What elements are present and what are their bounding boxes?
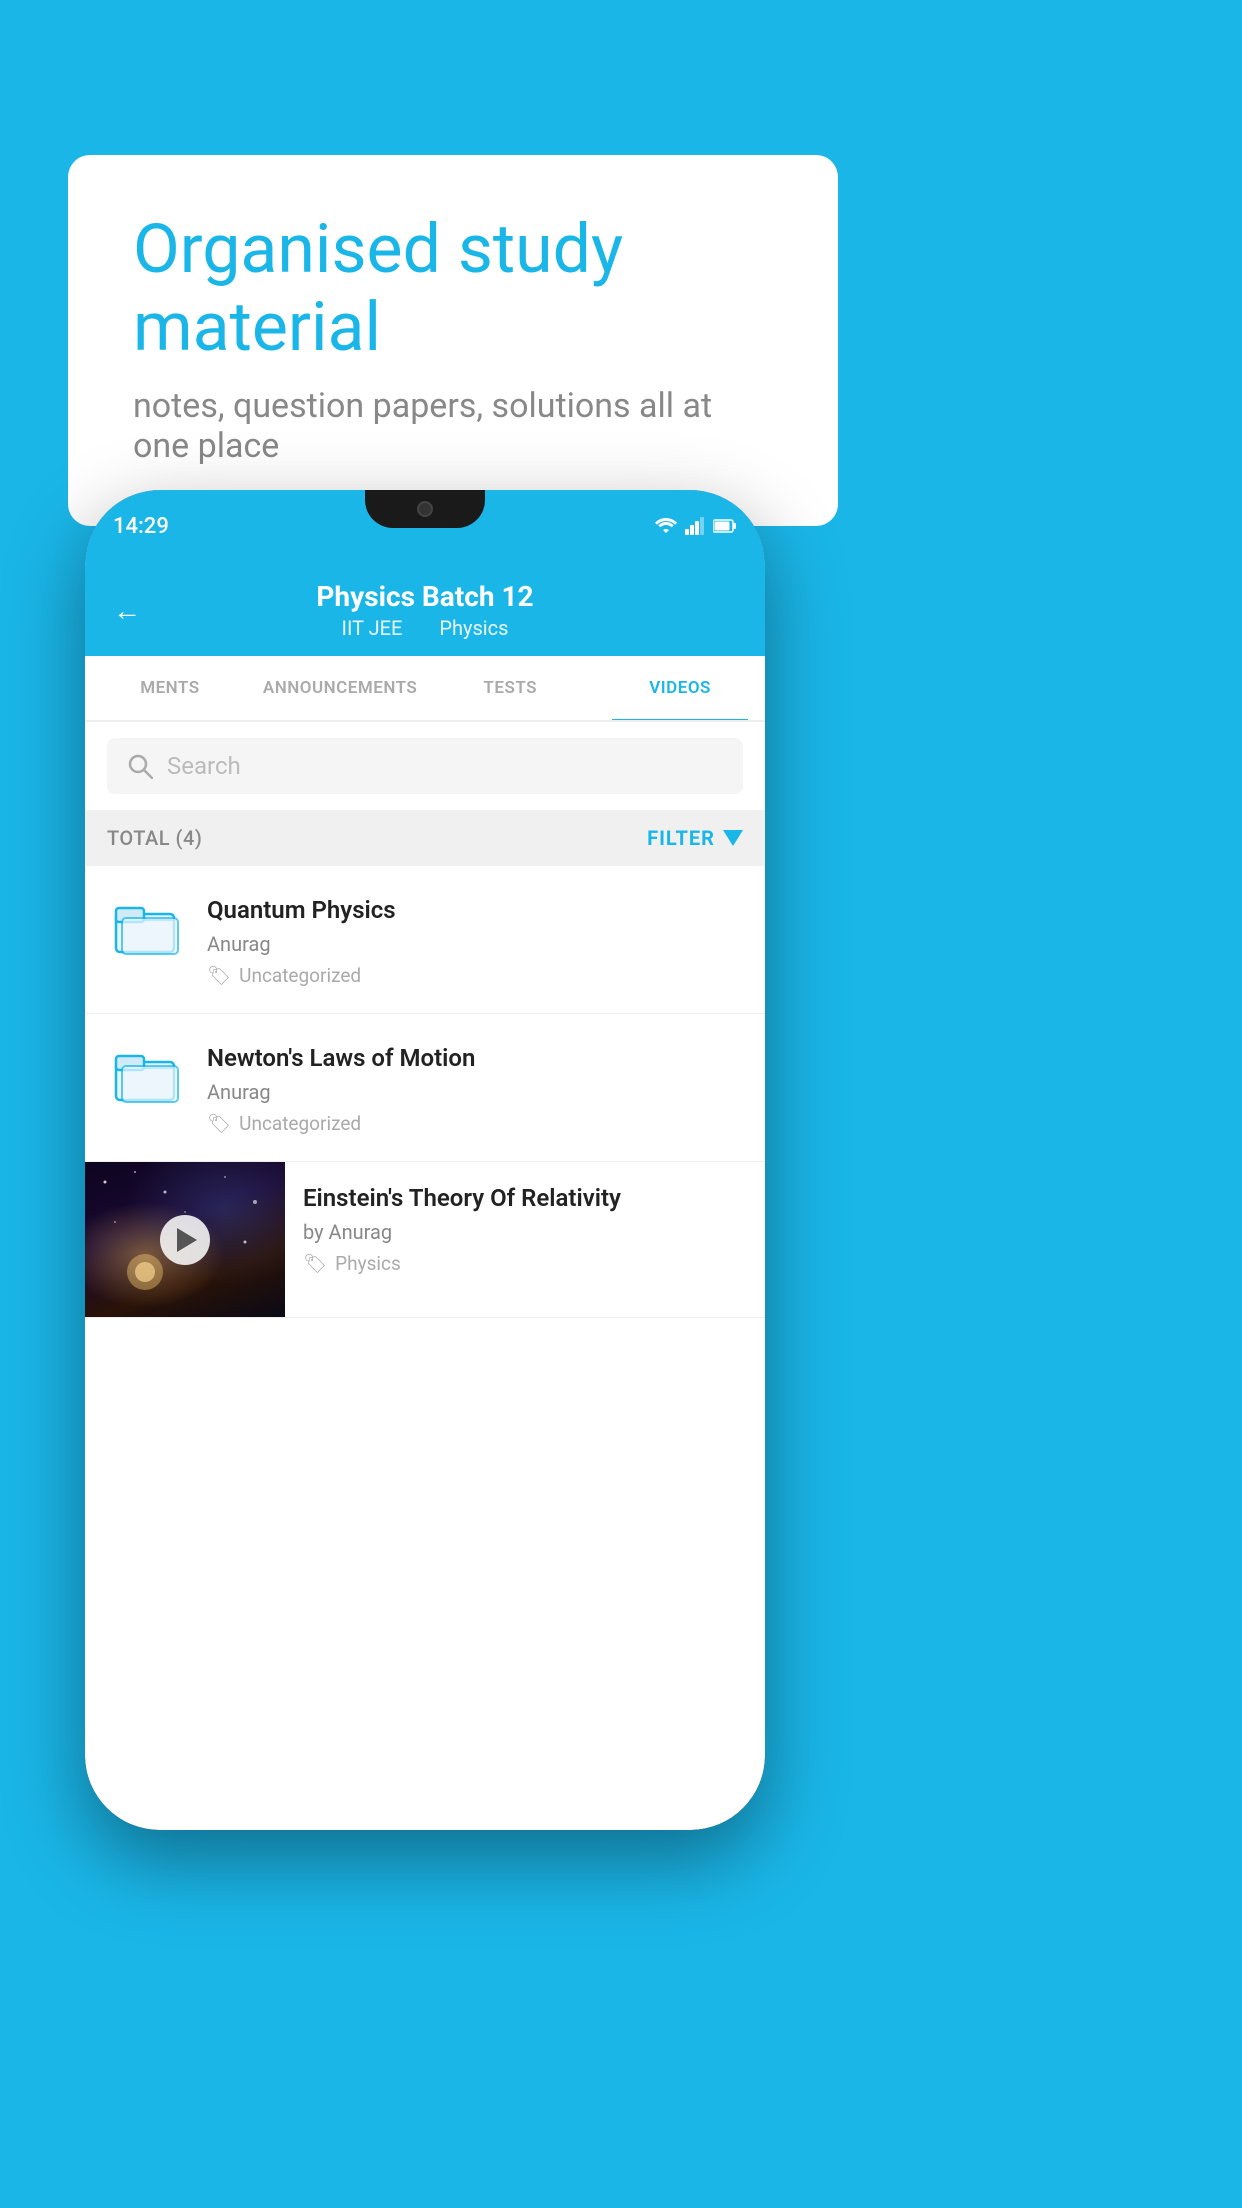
video-tag: 🏷 Uncategorized bbox=[207, 1112, 743, 1135]
list-item[interactable]: Quantum Physics Anurag 🏷 Uncategorized bbox=[85, 866, 765, 1014]
tab-ments[interactable]: MENTS bbox=[85, 656, 255, 720]
status-icons bbox=[655, 517, 737, 535]
folder-icon-quantum bbox=[107, 892, 187, 962]
video-author: Anurag bbox=[207, 1080, 743, 1104]
battery-icon bbox=[713, 519, 737, 533]
filter-icon bbox=[723, 830, 743, 846]
video-title: Quantum Physics bbox=[207, 896, 743, 924]
speech-bubble-subtext: notes, question papers, solutions all at… bbox=[133, 386, 773, 466]
search-placeholder: Search bbox=[167, 752, 241, 780]
video-thumbnail-einstein bbox=[85, 1162, 285, 1317]
video-info-einstein: Einstein's Theory Of Relativity by Anura… bbox=[285, 1162, 765, 1297]
header-title-group: Physics Batch 12 IIT JEE Physics bbox=[316, 580, 533, 640]
play-icon bbox=[177, 1228, 197, 1252]
filter-button[interactable]: FILTER bbox=[647, 826, 743, 850]
list-item[interactable]: Einstein's Theory Of Relativity by Anura… bbox=[85, 1162, 765, 1318]
tag-label: Uncategorized bbox=[239, 1112, 361, 1135]
speech-bubble: Organised study material notes, question… bbox=[68, 155, 838, 526]
batch-subtitle: IIT JEE Physics bbox=[316, 616, 533, 640]
video-info-quantum: Quantum Physics Anurag 🏷 Uncategorized bbox=[207, 892, 743, 987]
video-author: by Anurag bbox=[303, 1220, 747, 1244]
subtitle-iitjee: IIT JEE bbox=[342, 616, 403, 640]
app-header: ← Physics Batch 12 IIT JEE Physics bbox=[85, 562, 765, 656]
camera bbox=[417, 501, 433, 517]
signal-icon bbox=[685, 517, 705, 535]
tab-bar: MENTS ANNOUNCEMENTS TESTS VIDEOS bbox=[85, 656, 765, 722]
notch bbox=[365, 490, 485, 528]
video-info-newton: Newton's Laws of Motion Anurag 🏷 Uncateg… bbox=[207, 1040, 743, 1135]
video-list: Quantum Physics Anurag 🏷 Uncategorized bbox=[85, 866, 765, 1830]
subtitle-physics: Physics bbox=[439, 616, 508, 640]
search-bar[interactable]: Search bbox=[107, 738, 743, 794]
search-icon bbox=[127, 753, 153, 779]
phone-frame: 14:29 bbox=[85, 490, 765, 1830]
tag-label: Physics bbox=[335, 1252, 401, 1275]
video-tag: 🏷 Uncategorized bbox=[207, 964, 743, 987]
folder-icon bbox=[112, 892, 182, 962]
tag-label: Uncategorized bbox=[239, 964, 361, 987]
speech-bubble-container: Organised study material notes, question… bbox=[68, 155, 838, 526]
tag-icon: 🏷 bbox=[207, 1112, 231, 1135]
tag-icon: 🏷 bbox=[303, 1252, 327, 1275]
total-count: TOTAL (4) bbox=[107, 826, 202, 850]
play-button[interactable] bbox=[160, 1215, 210, 1265]
batch-title: Physics Batch 12 bbox=[316, 580, 533, 613]
tab-tests[interactable]: TESTS bbox=[425, 656, 595, 720]
list-item[interactable]: Newton's Laws of Motion Anurag 🏷 Uncateg… bbox=[85, 1014, 765, 1162]
video-author: Anurag bbox=[207, 932, 743, 956]
tab-announcements[interactable]: ANNOUNCEMENTS bbox=[255, 656, 425, 720]
status-bar: 14:29 bbox=[85, 490, 765, 562]
tab-videos[interactable]: VIDEOS bbox=[595, 656, 765, 720]
folder-icon-newton bbox=[107, 1040, 187, 1110]
phone-screen: 14:29 bbox=[85, 490, 765, 1830]
tag-icon: 🏷 bbox=[207, 964, 231, 987]
wifi-icon bbox=[655, 517, 677, 535]
filter-bar: TOTAL (4) FILTER bbox=[85, 810, 765, 866]
speech-bubble-heading: Organised study material bbox=[133, 210, 773, 366]
search-container: Search bbox=[85, 722, 765, 810]
back-button[interactable]: ← bbox=[113, 594, 141, 627]
video-tag: 🏷 Physics bbox=[303, 1252, 747, 1275]
video-title: Einstein's Theory Of Relativity bbox=[303, 1184, 747, 1212]
clock: 14:29 bbox=[113, 514, 169, 539]
filter-label: FILTER bbox=[647, 826, 715, 850]
video-title: Newton's Laws of Motion bbox=[207, 1044, 743, 1072]
folder-icon bbox=[112, 1040, 182, 1110]
